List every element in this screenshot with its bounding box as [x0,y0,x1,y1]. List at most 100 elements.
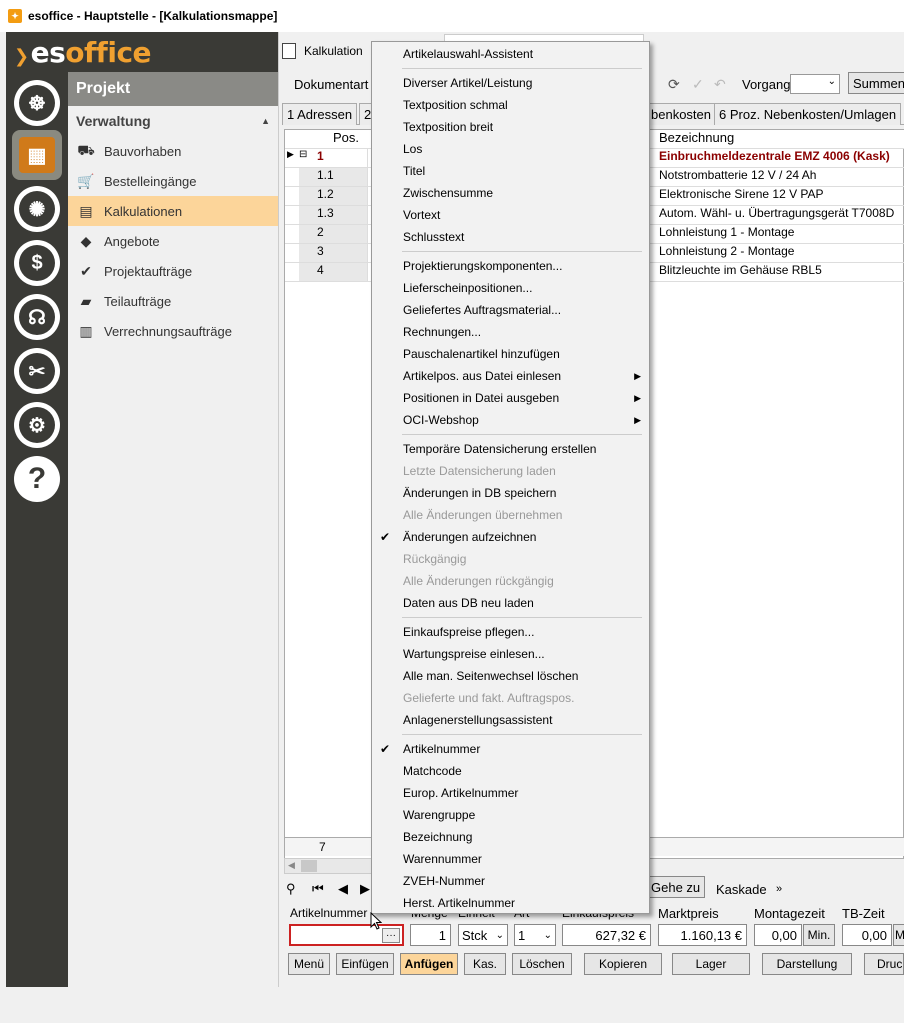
collapse-icon[interactable]: ▲ [261,116,270,126]
menu-item-projektierungskomponenten[interactable]: Projektierungskomponenten... [372,255,649,277]
nav-item-teilaufträge[interactable]: ▰ Teilaufträge [68,286,278,316]
menu-item-rechnungen[interactable]: Rechnungen... [372,321,649,343]
menu-item-label: Positionen in Datei ausgeben [403,391,560,405]
nav-item-kalkulationen[interactable]: ▤ Kalkulationen [68,196,278,226]
menu-item-label: Los [403,142,423,156]
menu-item-änderungen-in-db-speichern[interactable]: Änderungen in DB speichern [372,482,649,504]
undo-icon[interactable]: ↶ [714,76,726,93]
art-select[interactable]: 1 ⌄ [514,924,556,946]
menu-item-daten-aus-db-neu-laden[interactable]: Daten aus DB neu laden [372,592,649,614]
menu-item-warengruppe[interactable]: Warengruppe [372,804,649,826]
min-button[interactable]: Min. [803,924,835,946]
einfuegen-button[interactable]: Einfügen [336,953,394,975]
menge-input[interactable]: 1 [410,924,451,946]
helm-icon[interactable]: ☸ [14,80,60,126]
menu-item-oci-webshop[interactable]: OCI-Webshop ▶ [372,409,649,431]
montagezeit-label: Montagezeit [754,906,825,921]
confirm-icon[interactable]: ✓ [692,76,704,93]
menu-item-änderungen-aufzeichnen[interactable]: ✔ Änderungen aufzeichnen [372,526,649,548]
vorgang-select[interactable]: ⌄ [790,74,840,94]
menu-item-artikelnummer[interactable]: ✔ Artikelnummer [372,738,649,760]
headset-icon[interactable]: ☊ [14,294,60,340]
gears-icon[interactable]: ⚙ [14,402,60,448]
menu-item-europ-artikelnummer[interactable]: Europ. Artikelnummer [372,782,649,804]
search-icon[interactable]: ⚲ [286,881,296,897]
menu-item-matchcode[interactable]: Matchcode [372,760,649,782]
kas-button[interactable]: Kas. [464,953,506,975]
menu-item-anlagenerstellungsassistent[interactable]: Anlagenerstellungsassistent [372,709,649,731]
marktpreis-input[interactable]: 1.160,13 € [658,924,747,946]
document-grid-icon[interactable]: ▦ [12,130,62,180]
menu-item-lieferscheinpositionen[interactable]: Lieferscheinpositionen... [372,277,649,299]
menu-item-einkaufspreise-pflegen[interactable]: Einkaufspreise pflegen... [372,621,649,643]
next-record-icon[interactable]: ▶ [360,881,370,897]
gehe-zu-button[interactable]: Gehe zu [646,876,706,898]
refresh-icon[interactable]: ⟳ [668,76,680,93]
nav-item-bestelleingänge[interactable]: 🛒 Bestelleingänge [68,166,278,196]
menu-item-bezeichnung[interactable]: Bezeichnung [372,826,649,848]
checkmark-icon: ✔ [380,742,391,756]
tab-adressen[interactable]: 1 Adressen [282,103,358,125]
menu-item-geliefertes-auftragsmaterial[interactable]: Geliefertes Auftragsmaterial... [372,299,649,321]
menu-item-label: Pauschalenartikel hinzufügen [403,347,560,361]
m-button[interactable]: M [893,924,904,946]
nav-section-verwaltung[interactable]: Verwaltung ▲ [68,106,278,136]
drucken-button[interactable]: Druc [864,953,904,975]
menu-item-artikelpos-aus-datei-einlesen[interactable]: Artikelpos. aus Datei einlesen ▶ [372,365,649,387]
menu-item-positionen-in-datei-ausgeben[interactable]: Positionen in Datei ausgeben ▶ [372,387,649,409]
tools-icon[interactable]: ✂ [14,348,60,394]
tab-proz-nebenkosten[interactable]: 6 Proz. Nebenkosten/Umlagen [714,103,902,125]
kopieren-button[interactable]: Kopieren [584,953,662,975]
montagezeit-input[interactable]: 0,00 [754,924,802,946]
menu-item-schlusstext[interactable]: Schlusstext [372,226,649,248]
nav-item-bauvorhaben[interactable]: ⛟ Bauvorhaben [68,136,278,166]
menu-item-temporäre-datensicherung-erstellen[interactable]: Temporäre Datensicherung erstellen [372,438,649,460]
browse-button[interactable]: ··· [382,928,400,943]
menu-item-vortext[interactable]: Vortext [372,204,649,226]
vorgang-label: Vorgang [742,76,791,92]
menu-item-alle-änderungen-übernehmen: Alle Änderungen übernehmen [372,504,649,526]
kaskade-label[interactable]: Kaskade [716,882,767,897]
menu-item-wartungspreise-einlesen[interactable]: Wartungspreise einlesen... [372,643,649,665]
tbzeit-input[interactable]: 0,00 [842,924,892,946]
nav-item-angebote[interactable]: ◆ Angebote [68,226,278,256]
horizontal-scrollbar[interactable]: ◀ [284,858,372,874]
lager-button[interactable]: Lager [672,953,750,975]
money-icon[interactable]: $ [14,240,60,286]
nav-item-verrechnungsaufträge[interactable]: ▥ Verrechnungsaufträge [68,316,278,346]
menu-item-zveh-nummer[interactable]: ZVEH-Nummer [372,870,649,892]
menu-item-textposition-breit[interactable]: Textposition breit [372,116,649,138]
loeschen-button[interactable]: Löschen [512,953,572,975]
document-tab[interactable]: Kalkulation [282,36,363,66]
prev-record-icon[interactable]: ◀ [338,881,348,897]
menu-item-label: Einkaufspreise pflegen... [403,625,535,639]
menu-item-label: Alle man. Seitenwechsel löschen [403,669,579,683]
menu-item-artikelauswahl-assistent[interactable]: Artikelauswahl-Assistent [372,43,649,65]
menu-item-herst-artikelnummer[interactable]: Herst. Artikelnummer [372,892,649,914]
menu-item-textposition-schmal[interactable]: Textposition schmal [372,94,649,116]
menu-item-warennummer[interactable]: Warennummer [372,848,649,870]
tab-nebenkosten[interactable]: benkosten [646,103,716,125]
anfuegen-button[interactable]: Anfügen [400,953,458,975]
alarm-light-icon[interactable]: ✺ [14,186,60,232]
einheit-select[interactable]: Stck ⌄ [458,924,508,946]
help-icon[interactable]: ? [14,456,60,502]
collapse-row-icon[interactable]: ⊟ [299,149,313,167]
menu-item-pauschalenartikel-hinzufügen[interactable]: Pauschalenartikel hinzufügen [372,343,649,365]
menu-item-diverser-artikel-leistung[interactable]: Diverser Artikel/Leistung [372,72,649,94]
summen-button[interactable]: Summen [848,72,904,94]
first-record-icon[interactable]: ⏮ [312,881,324,897]
menu-item-alle-man-seitenwechsel-löschen[interactable]: Alle man. Seitenwechsel löschen [372,665,649,687]
menu-item-los[interactable]: Los [372,138,649,160]
menu-button[interactable]: Menü [288,953,330,975]
menu-item-zwischensumme[interactable]: Zwischensumme [372,182,649,204]
expand-icon[interactable]: » [776,883,782,895]
checkmark-icon: ✔ [380,530,391,544]
darstellung-button[interactable]: Darstellung [762,953,852,975]
menu-item-label: Herst. Artikelnummer [403,896,516,910]
ek-input[interactable]: 627,32 € [562,924,651,946]
menu-item-label: Alle Änderungen übernehmen [403,508,563,522]
nav-item-projektaufträge[interactable]: ✔ Projektaufträge [68,256,278,286]
menu-item-titel[interactable]: Titel [372,160,649,182]
artikelnummer-input[interactable]: ··· [289,924,404,946]
